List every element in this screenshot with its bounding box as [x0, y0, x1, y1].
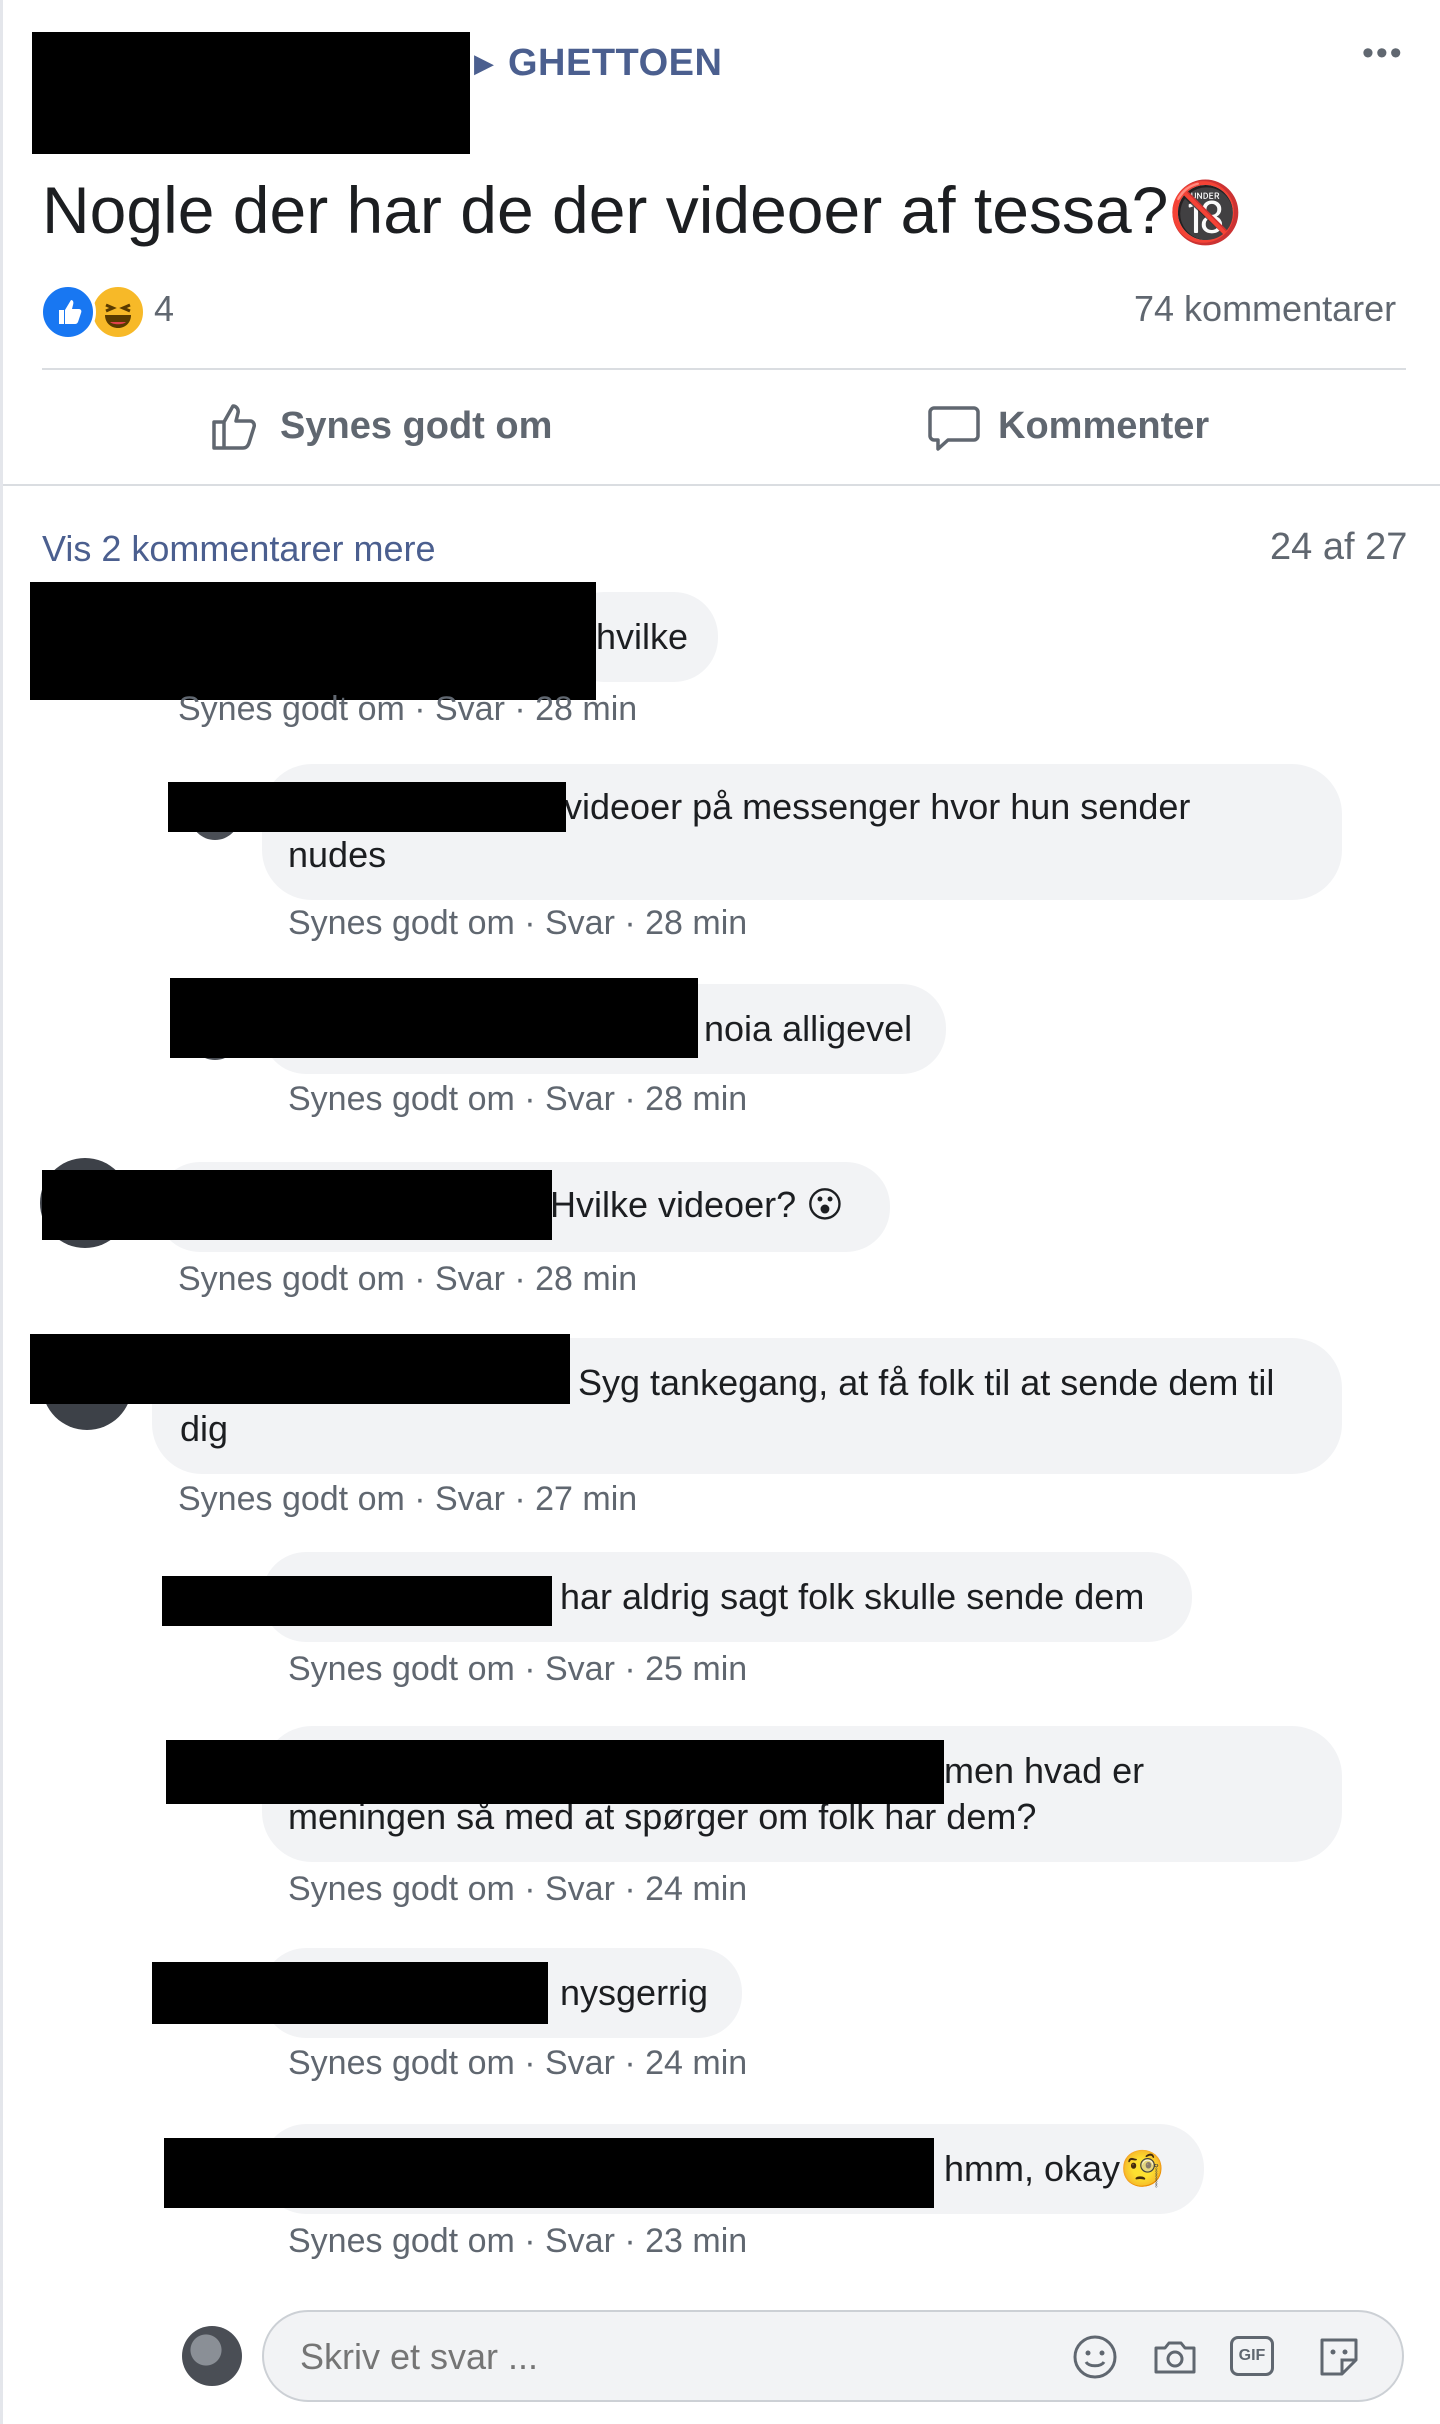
page-left-border	[0, 0, 3, 2424]
haha-icon[interactable]	[90, 284, 146, 340]
comment-meta[interactable]: Synes godt om · Svar · 24 min	[288, 2044, 747, 2083]
thumbs-up-icon	[212, 404, 256, 450]
post-title: Nogle der har de der videoer af tessa?🔞	[42, 172, 1243, 248]
group-arrow-icon: ▶	[474, 48, 494, 78]
comments-pager: 24 af 27	[1270, 526, 1408, 568]
comment-text: hvilke	[596, 616, 689, 657]
redacted-commenter	[170, 978, 698, 1058]
comment-text: Syg tankegang, at få folk til at sende d…	[578, 1362, 1275, 1403]
redacted-author	[32, 32, 470, 154]
comment-meta[interactable]: Synes godt om · Svar · 28 min	[288, 1080, 747, 1119]
group-link[interactable]: GHETTOEN	[508, 42, 722, 85]
like-button[interactable]: Synes godt om	[208, 396, 552, 456]
redacted-commenter	[162, 1576, 552, 1626]
gif-label: GIF	[1238, 2347, 1266, 2364]
view-more-comments-link[interactable]: Vis 2 kommentarer mere	[42, 528, 435, 570]
sticker-icon[interactable]	[1314, 2332, 1364, 2382]
divider-top	[42, 368, 1406, 370]
reply-box[interactable]: GIF	[262, 2310, 1404, 2402]
comment-meta[interactable]: Synes godt om · Svar · 28 min	[288, 904, 747, 943]
redacted-commenter	[168, 782, 566, 832]
comment-text: hmm, okay🧐	[944, 2148, 1165, 2189]
comment-text: nysgerrig	[560, 1972, 709, 2013]
reaction-count[interactable]: 4	[154, 288, 174, 330]
comment-meta[interactable]: Synes godt om · Svar · 27 min	[178, 1480, 637, 1519]
comment-meta[interactable]: Synes godt om · Svar · 28 min	[178, 690, 637, 729]
adult-content-icon: 🔞	[1168, 179, 1244, 246]
comment-meta[interactable]: Synes godt om · Svar · 28 min	[178, 1260, 637, 1299]
more-options-icon[interactable]: •••	[1362, 34, 1404, 73]
redacted-commenter	[152, 1962, 548, 2024]
comment-text: Hvilke videoer? 😮	[550, 1184, 844, 1225]
comment-button[interactable]: Kommenter	[926, 396, 1209, 456]
redacted-commenter	[42, 1170, 552, 1240]
like-label: Synes godt om	[280, 404, 553, 447]
redacted-commenter	[166, 1740, 944, 1804]
comment-meta[interactable]: Synes godt om · Svar · 23 min	[288, 2222, 747, 2261]
comment-text: noia alligevel	[704, 1008, 913, 1049]
redacted-commenter	[164, 2138, 934, 2208]
comment-text: har aldrig sagt folk skulle sende dem	[560, 1576, 1145, 1617]
gif-icon[interactable]: GIF	[1230, 2336, 1274, 2376]
comment-icon	[928, 406, 980, 451]
post-title-text: Nogle der har de der videoer af tessa?	[42, 173, 1169, 247]
comment-count[interactable]: 74 kommentarer	[1134, 288, 1396, 330]
comment-text-continued: nudes	[288, 834, 387, 875]
comment-meta[interactable]: Synes godt om · Svar · 24 min	[288, 1870, 747, 1909]
camera-icon[interactable]	[1150, 2332, 1200, 2382]
like-icon[interactable]	[40, 284, 96, 340]
comment-meta[interactable]: Synes godt om · Svar · 25 min	[288, 1650, 747, 1689]
comment-label: Kommenter	[998, 404, 1210, 447]
divider-bottom	[3, 484, 1440, 486]
user-avatar	[182, 2326, 242, 2386]
redacted-commenter	[30, 582, 596, 700]
emoji-icon[interactable]	[1070, 2332, 1120, 2382]
redacted-commenter	[30, 1334, 570, 1404]
reply-input[interactable]	[298, 2330, 1002, 2384]
comment-text-continued: dig	[180, 1408, 229, 1449]
comment-text: men hvad er	[944, 1750, 1145, 1791]
comment-text: videoer på messenger hvor hun sender	[564, 786, 1191, 827]
